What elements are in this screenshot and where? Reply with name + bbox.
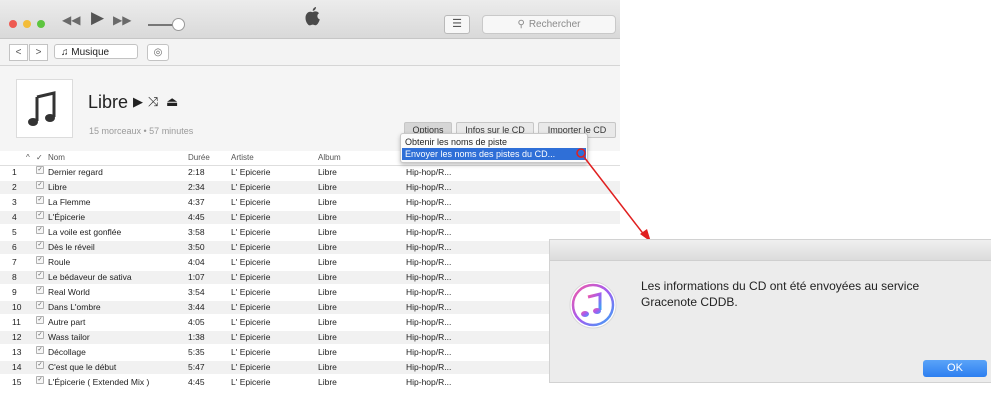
- ok-button[interactable]: OK: [923, 360, 987, 377]
- dialog-title-bar: [550, 240, 991, 261]
- annotation-circle: [576, 148, 586, 158]
- annotation-arrow: [583, 156, 646, 237]
- itunes-icon: [569, 281, 617, 329]
- confirmation-dialog: Les informations du CD ont été envoyées …: [549, 239, 991, 383]
- dialog-message: Les informations du CD ont été envoyées …: [641, 279, 920, 309]
